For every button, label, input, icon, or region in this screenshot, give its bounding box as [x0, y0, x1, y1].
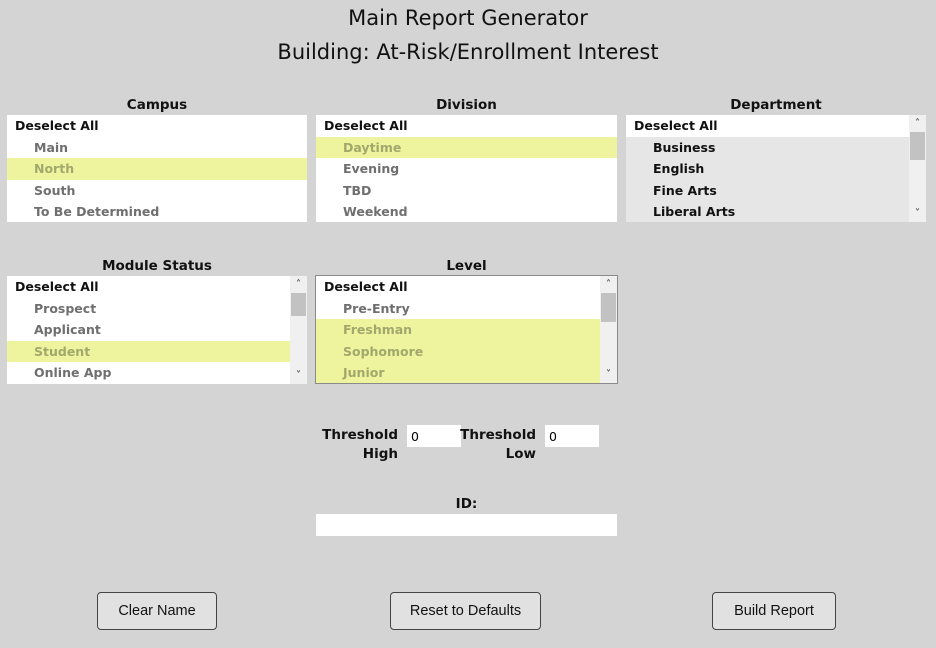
threshold-high-input[interactable]	[407, 425, 461, 447]
module-status-scroll-thumb[interactable]	[291, 293, 306, 316]
level-option-sophomore[interactable]: Sophomore	[316, 340, 600, 362]
campus-deselect-all[interactable]: Deselect All	[7, 115, 307, 137]
module-status-option-applicant[interactable]: Applicant	[7, 319, 290, 341]
module-status-listbox[interactable]: Deselect All Prospect Applicant Student …	[7, 276, 307, 384]
department-option-english[interactable]: English	[626, 158, 909, 180]
level-listbox[interactable]: Deselect All Pre-Entry Freshman Sophomor…	[315, 275, 618, 384]
module-status-deselect-all[interactable]: Deselect All	[7, 276, 290, 298]
page-title: Main Report Generator	[348, 6, 588, 30]
level-scroll-thumb[interactable]	[601, 293, 616, 322]
chevron-down-icon[interactable]: ˅	[909, 205, 926, 222]
threshold-low-input[interactable]	[545, 425, 599, 447]
division-label: Division	[436, 97, 497, 113]
chevron-down-icon[interactable]: ˅	[290, 367, 307, 384]
campus-option-tbd[interactable]: To Be Determined	[7, 201, 307, 222]
module-status-scrollbar[interactable]: ˄ ˅	[290, 276, 307, 384]
department-option-business[interactable]: Business	[626, 136, 909, 158]
clear-name-button[interactable]: Clear Name	[97, 592, 217, 630]
module-status-label: Module Status	[102, 258, 212, 274]
department-option-fine-arts[interactable]: Fine Arts	[626, 179, 909, 201]
threshold-high-label-line1: Threshold	[322, 427, 398, 443]
campus-listbox[interactable]: Deselect All Main North South To Be Dete…	[7, 115, 307, 222]
threshold-high-label-line2: High	[362, 446, 398, 462]
level-option-junior[interactable]: Junior	[316, 362, 600, 383]
campus-label: Campus	[126, 97, 188, 113]
chevron-up-icon[interactable]: ˄	[290, 276, 307, 293]
build-report-button[interactable]: Build Report	[712, 592, 836, 630]
department-label: Department	[730, 97, 822, 113]
division-option-daytime[interactable]: Daytime	[316, 136, 617, 158]
level-label: Level	[446, 258, 487, 274]
division-listbox[interactable]: Deselect All Daytime Evening TBD Weekend	[316, 115, 617, 222]
department-option-liberal-arts[interactable]: Liberal Arts	[626, 201, 909, 222]
division-option-weekend[interactable]: Weekend	[316, 201, 617, 222]
module-status-option-student[interactable]: Student	[7, 340, 290, 362]
department-listbox[interactable]: Deselect All Business English Fine Arts …	[626, 115, 926, 222]
threshold-high-label: Threshold High	[318, 426, 398, 464]
level-option-pre-entry[interactable]: Pre-Entry	[316, 298, 600, 320]
module-status-option-prospect[interactable]: Prospect	[7, 298, 290, 320]
department-scrollbar[interactable]: ˄ ˅	[909, 115, 926, 222]
id-label: ID:	[455, 496, 478, 512]
level-scrollbar[interactable]: ˄ ˅	[600, 276, 617, 383]
department-scroll-thumb[interactable]	[910, 132, 925, 160]
threshold-low-label: Threshold Low	[456, 426, 536, 464]
campus-option-main[interactable]: Main	[7, 137, 307, 159]
threshold-low-label-line1: Threshold	[460, 427, 536, 443]
division-option-evening[interactable]: Evening	[316, 158, 617, 180]
id-input[interactable]	[316, 514, 617, 536]
threshold-low-label-line2: Low	[505, 446, 536, 462]
chevron-down-icon[interactable]: ˅	[600, 366, 617, 383]
campus-option-north[interactable]: North	[7, 158, 307, 180]
division-deselect-all[interactable]: Deselect All	[316, 115, 617, 137]
level-option-freshman[interactable]: Freshman	[316, 319, 600, 341]
division-option-tbd[interactable]: TBD	[316, 180, 617, 202]
reset-defaults-button[interactable]: Reset to Defaults	[390, 592, 541, 630]
module-status-option-online-app[interactable]: Online App	[7, 362, 290, 384]
chevron-up-icon[interactable]: ˄	[909, 115, 926, 132]
chevron-up-icon[interactable]: ˄	[600, 276, 617, 293]
department-deselect-all[interactable]: Deselect All	[626, 115, 909, 137]
campus-option-south[interactable]: South	[7, 180, 307, 202]
page-subtitle: Building: At-Risk/Enrollment Interest	[277, 40, 659, 64]
level-deselect-all[interactable]: Deselect All	[316, 276, 600, 298]
